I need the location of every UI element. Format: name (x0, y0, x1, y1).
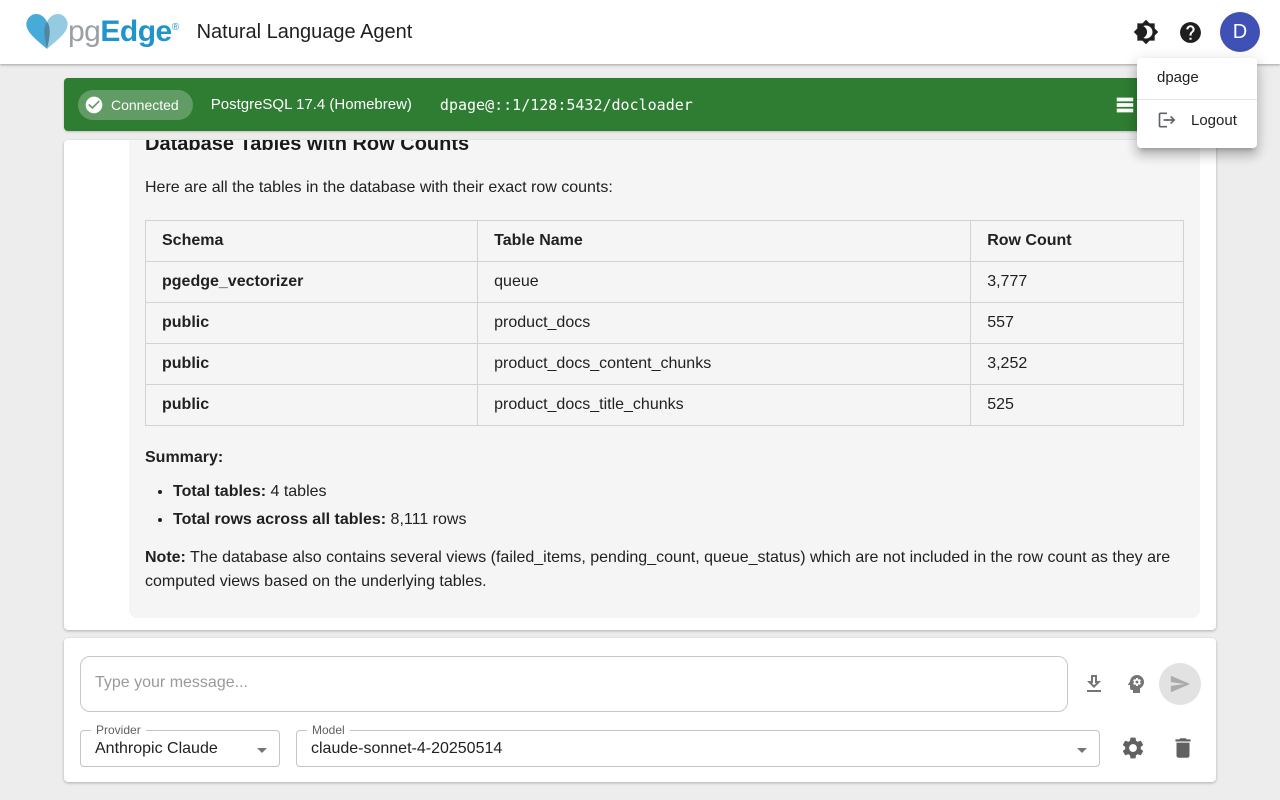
table-rows-icon (1114, 94, 1138, 116)
message-intro: Here are all the tables in the database … (145, 176, 1184, 200)
note-text: The database also contains several views… (145, 549, 1170, 590)
summary-item-total-rows: Total rows across all tables: 8,111 rows (173, 510, 1184, 530)
model-select-value: claude-sonnet-4-20250514 (311, 740, 502, 758)
cell-table-name: product_docs_content_chunks (478, 344, 971, 385)
pgedge-logo: pgEdge® (24, 12, 179, 52)
send-button[interactable] (1159, 663, 1201, 705)
connection-status-bar: Connected PostgreSQL 17.4 (Homebrew) dpa… (64, 78, 1216, 131)
connected-badge: Connected (78, 90, 193, 120)
column-header-table-name: Table Name (478, 221, 971, 262)
connection-string: dpage@::1/128:5432/docloader (440, 96, 693, 114)
message-heading: Database Tables with Row Counts (145, 140, 1184, 156)
cell-table-name: product_docs (478, 303, 971, 344)
pgedge-logo-text: pgEdge® (68, 15, 179, 49)
cell-row-count: 525 (971, 385, 1184, 426)
user-avatar[interactable]: D (1220, 12, 1260, 52)
summary-item-value: 8,111 rows (386, 511, 466, 528)
cell-row-count: 3,252 (971, 344, 1184, 385)
summary-item-value: 4 tables (266, 483, 326, 500)
brightness-icon (1133, 19, 1159, 45)
help-button[interactable] (1168, 10, 1212, 54)
cell-schema: public (146, 303, 478, 344)
server-version: PostgreSQL 17.4 (Homebrew) (211, 96, 412, 113)
message-input[interactable] (80, 656, 1068, 712)
summary-list: Total tables: 4 tables Total rows across… (145, 482, 1184, 530)
cell-schema: pgedge_vectorizer (146, 262, 478, 303)
provider-select-label: Provider (91, 724, 146, 736)
summary-item-label: Total tables: (173, 483, 266, 500)
composer-panel: Provider Anthropic Claude Model claude-s… (64, 638, 1216, 782)
cell-row-count: 3,777 (971, 262, 1184, 303)
assistant-message-bubble: Database Tables with Row Counts Here are… (129, 140, 1200, 618)
cell-schema: public (146, 344, 478, 385)
table-rows-button[interactable] (1114, 93, 1138, 117)
cell-table-name: queue (478, 262, 971, 303)
cell-schema: public (146, 385, 478, 426)
logout-icon (1157, 110, 1177, 130)
cell-row-count: 557 (971, 303, 1184, 344)
clear-chat-button[interactable] (1170, 735, 1196, 761)
column-header-row-count: Row Count (971, 221, 1184, 262)
chat-history-panel: Database Tables with Row Counts Here are… (64, 140, 1216, 630)
table-row: public product_docs 557 (146, 303, 1184, 344)
connected-label: Connected (111, 97, 179, 113)
message-note: Note: The database also contains several… (145, 546, 1184, 594)
note-label: Note: (145, 549, 186, 566)
model-select-label: Model (307, 724, 350, 736)
trash-icon (1170, 735, 1196, 761)
logout-label: Logout (1191, 112, 1237, 129)
chevron-down-icon (1070, 738, 1094, 762)
table-row: public product_docs_title_chunks 525 (146, 385, 1184, 426)
download-icon (1082, 672, 1106, 696)
menu-username: dpage (1137, 62, 1257, 93)
summary-item-total-tables: Total tables: 4 tables (173, 482, 1184, 502)
row-counts-table: Schema Table Name Row Count pgedge_vecto… (145, 220, 1184, 426)
psychology-icon (1124, 672, 1148, 696)
logout-menu-item[interactable]: Logout (1137, 100, 1257, 140)
app-header: pgEdge® Natural Language Agent D (0, 0, 1280, 64)
table-row: public product_docs_content_chunks 3,252 (146, 344, 1184, 385)
summary-heading: Summary: (145, 446, 1184, 470)
pgedge-heart-icon (24, 12, 70, 52)
gear-icon (1120, 735, 1146, 761)
send-icon (1169, 673, 1191, 695)
theme-toggle-button[interactable] (1124, 10, 1168, 54)
provider-select-value: Anthropic Claude (95, 740, 218, 758)
cell-table-name: product_docs_title_chunks (478, 385, 971, 426)
download-chat-button[interactable] (1082, 672, 1106, 696)
column-header-schema: Schema (146, 221, 478, 262)
user-menu: dpage Logout (1137, 58, 1257, 148)
settings-button[interactable] (1120, 735, 1146, 761)
model-select[interactable]: Model claude-sonnet-4-20250514 (296, 730, 1100, 767)
chevron-down-icon (250, 738, 274, 762)
page-title: Natural Language Agent (197, 21, 413, 44)
check-circle-icon (84, 95, 104, 115)
provider-select[interactable]: Provider Anthropic Claude (80, 730, 280, 767)
help-icon (1178, 20, 1203, 45)
prompt-ideas-button[interactable] (1124, 672, 1148, 696)
summary-item-label: Total rows across all tables: (173, 511, 386, 528)
table-header-row: Schema Table Name Row Count (146, 221, 1184, 262)
table-row: pgedge_vectorizer queue 3,777 (146, 262, 1184, 303)
